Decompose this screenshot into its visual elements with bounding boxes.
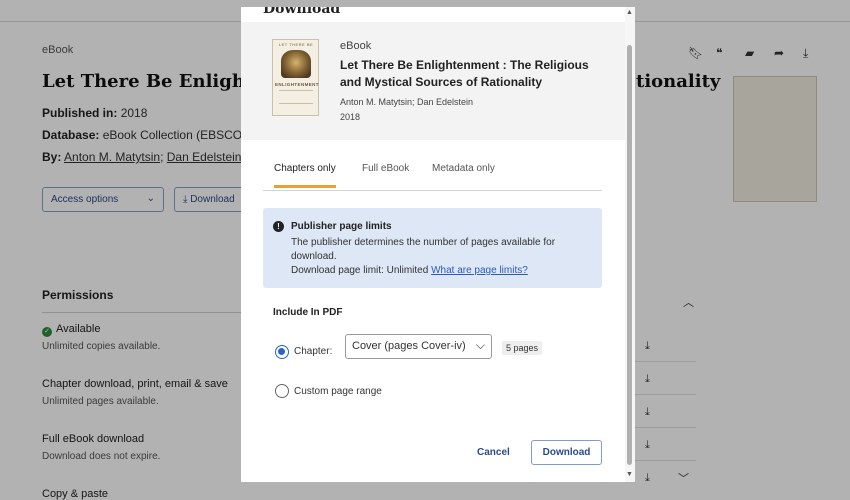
dialog-scrollbar[interactable]: ▲ ▼ [625,7,635,482]
chevron-down-icon: ⌵ [475,338,485,352]
tab-full-ebook[interactable]: Full eBook [362,163,409,188]
notice-body: The publisher determines the number of p… [291,237,556,276]
page-limits-link[interactable]: What are page limits? [431,265,528,276]
download-tabs: Chapters only Full eBook Metadata only [263,157,602,191]
include-in-pdf-label: Include In PDF [273,307,343,318]
notice-heading: Publisher page limits [291,221,392,232]
book-cover-thumbnail: LET THERE BE ENLIGHTENMENT [272,39,319,116]
publisher-limits-notice: ! Publisher page limits The publisher de… [263,208,602,288]
custom-range-label: Custom page range [294,386,382,397]
record-title: Let There Be Enlightenment : The Religio… [340,58,589,89]
tab-metadata-only[interactable]: Metadata only [432,163,495,188]
record-year: 2018 [340,112,361,122]
chapter-radio[interactable] [275,345,289,359]
custom-range-radio[interactable] [275,384,289,398]
record-type-label: eBook [340,40,372,52]
scrollbar-thumb[interactable] [627,45,632,465]
record-authors: Anton M. Matytsin; Dan Edelstein [340,97,474,107]
info-icon: ! [273,221,284,232]
chapter-radio-label: Chapter: [294,346,333,357]
cancel-button[interactable]: Cancel [477,447,510,458]
tab-chapters-only[interactable]: Chapters only [274,163,336,188]
scroll-up-icon[interactable]: ▲ [626,9,633,16]
dialog-record-summary: LET THERE BE ENLIGHTENMENT eBook Let The… [241,22,625,140]
scroll-down-icon[interactable]: ▼ [626,471,633,478]
chapter-select[interactable]: Cover (pages Cover-iv) ⌵ [345,334,492,359]
dialog-title: Download [263,7,341,17]
download-dialog: Download LET THERE BE ENLIGHTENMENT eBoo… [241,7,635,482]
pages-badge: 5 pages [502,341,543,355]
download-button[interactable]: Download [531,440,602,465]
